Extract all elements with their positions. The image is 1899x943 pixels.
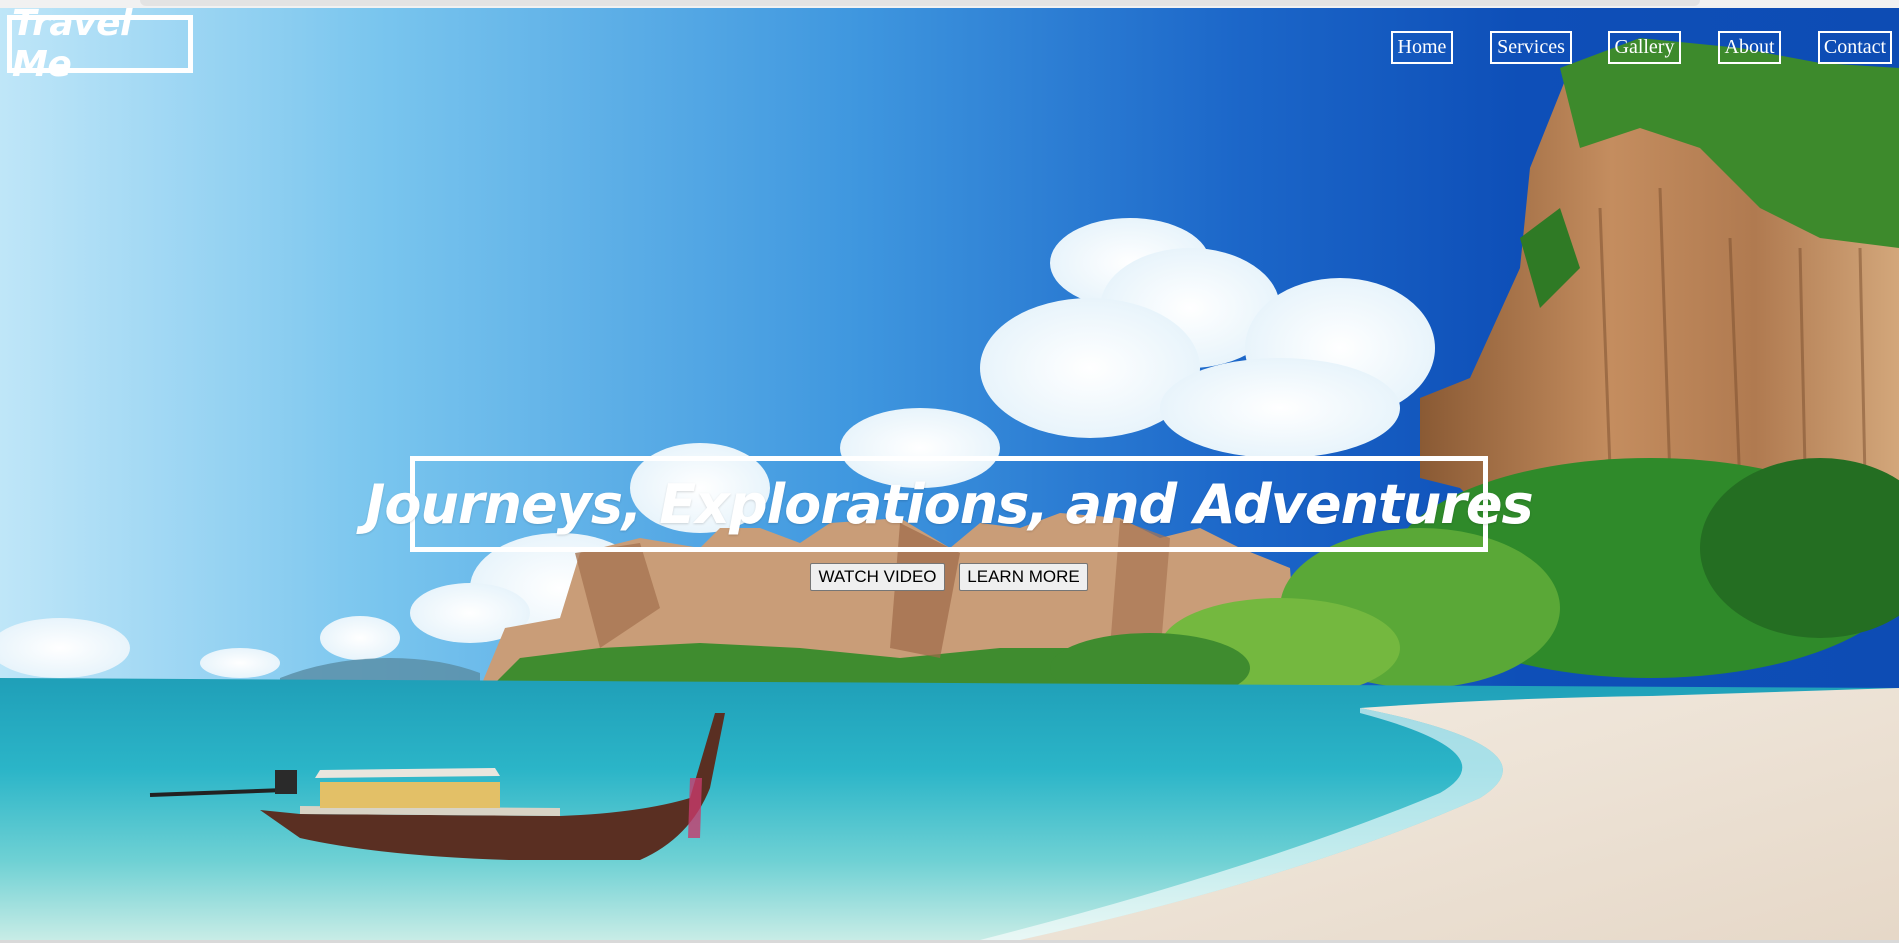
nav-about[interactable]: About xyxy=(1718,31,1781,64)
learn-more-button[interactable]: LEARN MORE xyxy=(959,563,1088,591)
site-logo[interactable]: Travel Me xyxy=(7,3,193,85)
headline-frame: Journeys, Explorations, and Adventures xyxy=(365,456,1534,552)
hero-headline: Journeys, Explorations, and Adventures xyxy=(365,472,1533,536)
nav-gallery[interactable]: Gallery xyxy=(1608,31,1681,64)
right-cliff xyxy=(1420,38,1899,528)
watch-video-button[interactable]: WATCH VIDEO xyxy=(810,563,945,591)
nav-contact[interactable]: Contact xyxy=(1818,31,1892,64)
nav-home[interactable]: Home xyxy=(1391,31,1453,64)
nav-services[interactable]: Services xyxy=(1490,31,1572,64)
